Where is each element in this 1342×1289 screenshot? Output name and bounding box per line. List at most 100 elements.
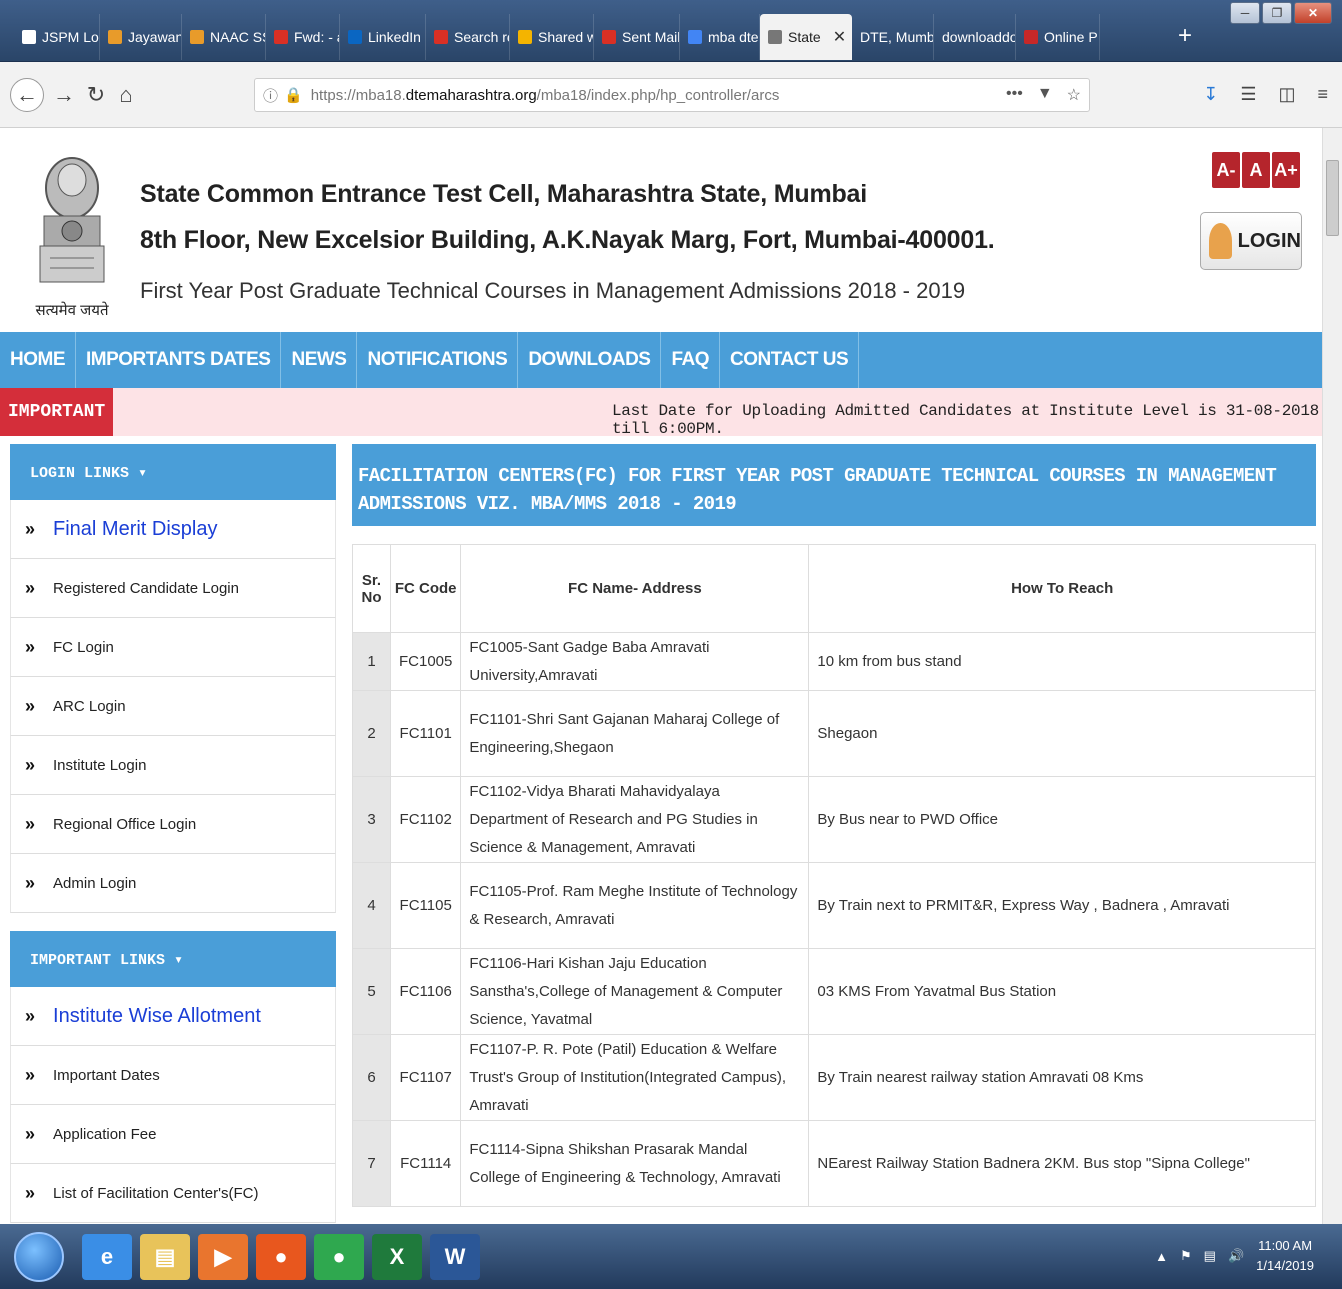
name-cell: FC1102-Vidya Bharati Mahavidyalaya Depar… bbox=[460, 776, 810, 863]
close-window-button[interactable]: ✕ bbox=[1294, 2, 1332, 24]
maximize-button[interactable]: ❐ bbox=[1262, 2, 1292, 24]
sidebar-link-label: Admin Login bbox=[53, 874, 137, 892]
browser-tab[interactable]: DTE, Mumba bbox=[852, 14, 934, 60]
network-icon[interactable]: ▤ bbox=[1204, 1248, 1216, 1264]
scroll-thumb[interactable] bbox=[1326, 160, 1339, 236]
reach-cell: 03 KMS From Yavatmal Bus Station bbox=[808, 948, 1316, 1035]
reload-button[interactable]: ↻ bbox=[82, 80, 110, 110]
browser-tab[interactable]: mba dte bbox=[680, 14, 760, 60]
name-cell: FC1106-Hari Kishan Jaju Education Sansth… bbox=[460, 948, 810, 1035]
font-increase-button[interactable]: A+ bbox=[1272, 152, 1300, 188]
browser-tab[interactable]: Jayawant bbox=[100, 14, 182, 60]
browser-tab[interactable]: Fwd: - ad bbox=[266, 14, 340, 60]
fc-table: Sr. No FC Code FC Name- Address How To R… bbox=[352, 544, 1316, 1207]
download-icon[interactable]: ↧ bbox=[1203, 84, 1218, 105]
browser-tab[interactable]: downloaddo bbox=[934, 14, 1016, 60]
info-icon[interactable]: ⓘ bbox=[263, 85, 278, 106]
col-fc-name: FC Name- Address bbox=[460, 544, 810, 633]
menu-news[interactable]: NEWS bbox=[281, 332, 358, 388]
bookmark-star-icon[interactable]: ☆ bbox=[1067, 85, 1081, 105]
sidebar-item-regional-office-login[interactable]: » Regional Office Login bbox=[10, 795, 336, 854]
reach-cell: NEarest Railway Station Badnera 2KM. Bus… bbox=[808, 1120, 1316, 1207]
browser-tab-label: JSPM Login P bbox=[42, 29, 99, 45]
login-button[interactable]: LOGIN bbox=[1200, 212, 1302, 270]
clock[interactable]: 11:00 AM 1/14/2019 bbox=[1256, 1236, 1314, 1276]
sidebar-item-institute-wise-allotment[interactable]: » Institute Wise Allotment bbox=[10, 987, 336, 1046]
browser-tab-label: Sent Mail bbox=[622, 29, 680, 45]
sidebar-item-final-merit-display[interactable]: » Final Merit Display bbox=[10, 500, 336, 559]
chrome-icon[interactable]: ● bbox=[314, 1234, 364, 1280]
browser-tab[interactable]: NAAC SS bbox=[182, 14, 266, 60]
menu-notifications[interactable]: NOTIFICATIONS bbox=[357, 332, 519, 388]
sidebar-item-admin-login[interactable]: » Admin Login bbox=[10, 854, 336, 913]
menu-icon[interactable]: ≡ bbox=[1317, 84, 1328, 105]
system-tray: ▲ ⚑ ▤ 🔊 11:00 AM 1/14/2019 bbox=[1155, 1236, 1314, 1276]
font-decrease-button[interactable]: A- bbox=[1212, 152, 1240, 188]
browser-tab[interactable]: LinkedIn bbox=[340, 14, 426, 60]
user-icon bbox=[1209, 223, 1232, 259]
firefox-icon[interactable]: ● bbox=[256, 1234, 306, 1280]
page-actions-button[interactable]: ••• bbox=[1006, 85, 1023, 105]
code-cell: FC1105 bbox=[389, 862, 462, 949]
minimize-button[interactable]: ─ bbox=[1230, 2, 1260, 24]
sidebar-item-application-fee[interactable]: » Application Fee bbox=[10, 1105, 336, 1164]
font-reset-button[interactable]: A bbox=[1242, 152, 1270, 188]
menu-contact-us[interactable]: CONTACT US bbox=[720, 332, 860, 388]
table-row: 1 FC1005 FC1005-Sant Gadge Baba Amravati U… bbox=[352, 632, 1316, 691]
sr-cell: 1 bbox=[352, 632, 391, 691]
important-message[interactable]: Last Date for Uploading Admitted Candida… bbox=[612, 402, 1322, 438]
sidebar-item-registered-candidate-login[interactable]: » Registered Candidate Login bbox=[10, 559, 336, 618]
browser-tab[interactable]: Search re bbox=[426, 14, 510, 60]
chevron-right-icon: » bbox=[25, 872, 36, 893]
browser-tab-label: Shared w bbox=[538, 29, 594, 45]
browser-tab[interactable]: State ✕ bbox=[760, 14, 852, 60]
library-icon[interactable]: ☰ bbox=[1240, 84, 1256, 105]
naac-logo-icon bbox=[190, 30, 204, 44]
sidebar-item-arc-login[interactable]: » ARC Login bbox=[10, 677, 336, 736]
sidebar-item-important-dates[interactable]: » Important Dates bbox=[10, 1046, 336, 1105]
sidebar-item-list-of-facilitation-center-s-fc[interactable]: » List of Facilitation Center's(FC) bbox=[10, 1164, 336, 1223]
important-links-header[interactable]: IMPORTANT LINKS ▾ bbox=[10, 931, 336, 987]
google-drive-icon bbox=[518, 30, 532, 44]
tray-arrow-icon[interactable]: ▲ bbox=[1155, 1249, 1168, 1264]
ie-icon[interactable]: e bbox=[82, 1234, 132, 1280]
menu-important-dates[interactable]: IMPORTANTS DATES bbox=[76, 332, 282, 388]
file-explorer-icon[interactable]: ▤ bbox=[140, 1234, 190, 1280]
menu-home[interactable]: HOME bbox=[0, 332, 76, 388]
table-row: 7 FC1114 FC1114-Sipna Shikshan Prasarak Ma… bbox=[352, 1120, 1316, 1207]
sidebar-item-fc-login[interactable]: » FC Login bbox=[10, 618, 336, 677]
sidebar-icon[interactable]: ◫ bbox=[1278, 84, 1295, 105]
browser-tab-label: mba dte bbox=[708, 29, 759, 45]
media-player-icon[interactable]: ▶ bbox=[198, 1234, 248, 1280]
browser-tab[interactable]: JSPM Login P bbox=[14, 14, 100, 60]
page-scrollbar[interactable] bbox=[1322, 128, 1342, 1224]
browser-tab[interactable]: Sent Mail bbox=[594, 14, 680, 60]
volume-icon[interactable]: 🔊 bbox=[1228, 1248, 1244, 1264]
menu-downloads[interactable]: DOWNLOADS bbox=[518, 332, 662, 388]
pocket-icon[interactable]: ▼ bbox=[1037, 85, 1053, 105]
home-button[interactable]: ⌂ bbox=[112, 80, 140, 110]
word-icon[interactable]: W bbox=[430, 1234, 480, 1280]
start-button[interactable] bbox=[14, 1232, 64, 1282]
code-cell: FC1114 bbox=[389, 1120, 462, 1207]
browser-tab-label: downloaddo bbox=[942, 29, 1016, 45]
action-center-icon[interactable]: ⚑ bbox=[1180, 1248, 1192, 1264]
close-tab-icon[interactable]: ✕ bbox=[833, 27, 846, 47]
name-cell: FC1107-P. R. Pote (Patil) Education & We… bbox=[460, 1034, 810, 1121]
col-fc-code: FC Code bbox=[389, 544, 462, 633]
browser-tab[interactable]: Shared w bbox=[510, 14, 594, 60]
sidebar-item-institute-login[interactable]: » Institute Login bbox=[10, 736, 336, 795]
sidebar-link-label: Application Fee bbox=[53, 1125, 157, 1143]
browser-tab[interactable]: Online PI bbox=[1016, 14, 1100, 60]
back-button[interactable]: ← bbox=[10, 78, 44, 112]
sr-cell: 5 bbox=[352, 948, 391, 1035]
new-tab-button[interactable]: + bbox=[1168, 14, 1202, 58]
state-emblem: सत्यमेव जयते bbox=[30, 150, 114, 320]
excel-icon[interactable]: X bbox=[372, 1234, 422, 1280]
login-links-header[interactable]: LOGIN LINKS ▾ bbox=[10, 444, 336, 500]
menu-faq[interactable]: FAQ bbox=[661, 332, 721, 388]
address-bar[interactable]: ⓘ 🔒 https://mba18. dtemaharashtra.org/mba… bbox=[254, 78, 1090, 112]
browser-tab-label: Search re bbox=[454, 29, 510, 45]
forward-button[interactable]: → bbox=[50, 80, 78, 110]
main-menu: HOME IMPORTANTS DATES NEWS NOTIFICATIONS… bbox=[0, 332, 1322, 388]
